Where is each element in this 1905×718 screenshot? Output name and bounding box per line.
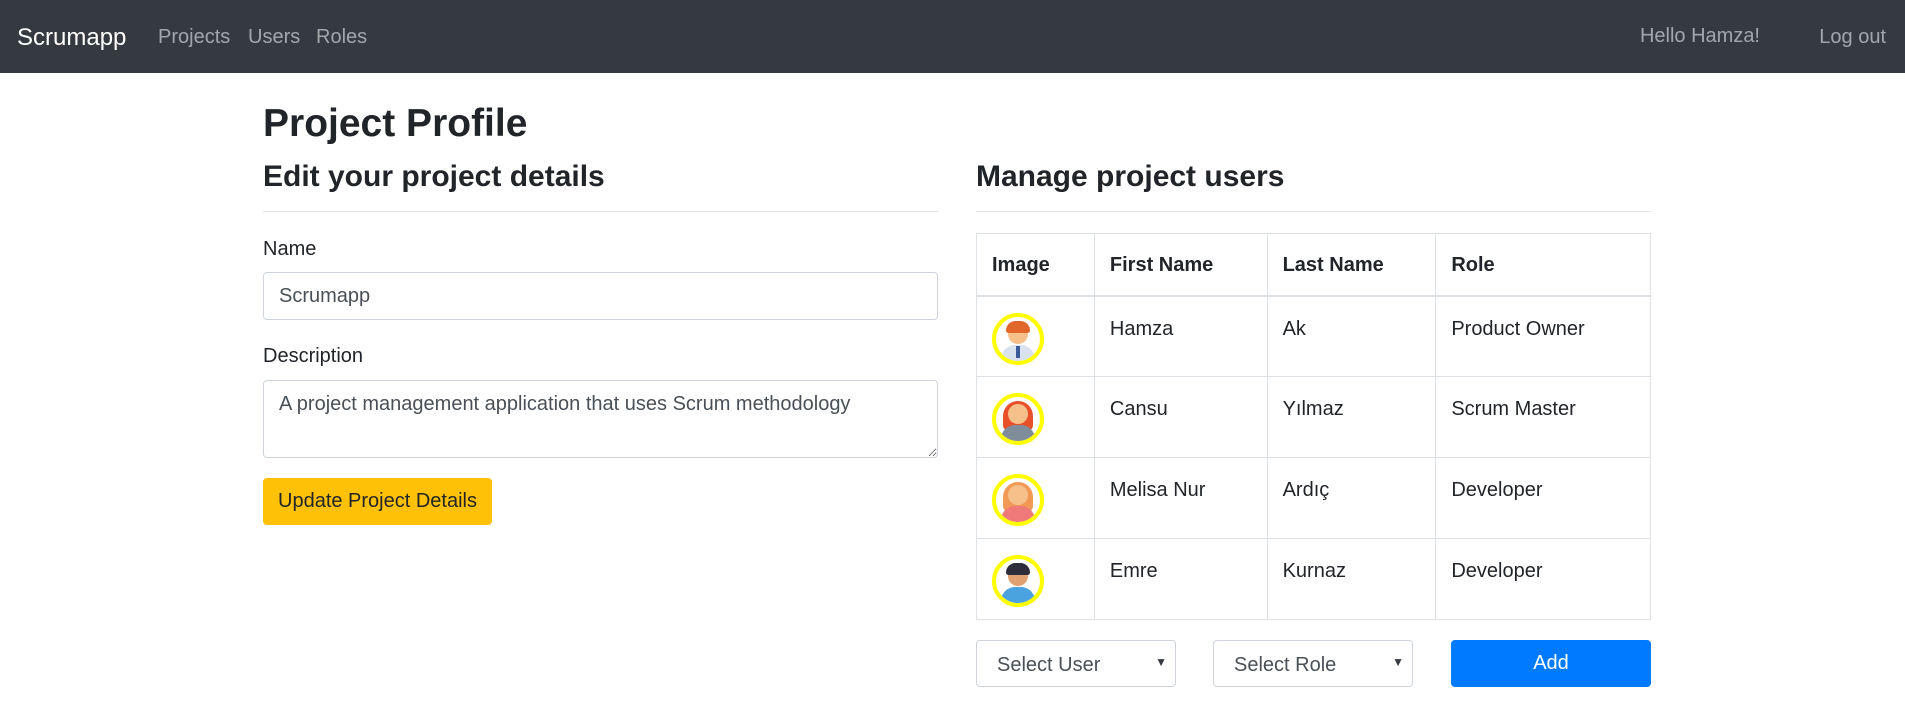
role-cell: Developer bbox=[1435, 538, 1651, 620]
first-name-cell: Hamza bbox=[1093, 295, 1268, 377]
column-header-image: Image bbox=[976, 233, 1095, 297]
navbar: Scrumapp Projects Users Roles Hello Hamz… bbox=[0, 0, 1905, 73]
woman-red-hair-avatar-icon bbox=[992, 393, 1044, 445]
nav-link-users[interactable]: Users bbox=[248, 26, 300, 49]
first-name-cell: Melisa Nur bbox=[1093, 457, 1268, 539]
project-name-input[interactable] bbox=[263, 272, 938, 320]
avatar-cell bbox=[976, 457, 1095, 539]
man-with-tie-avatar-icon bbox=[992, 312, 1044, 365]
select-role-value: Select Role bbox=[1234, 654, 1337, 676]
select-user-dropdown[interactable]: Select User ▼ bbox=[976, 640, 1176, 687]
nav-link-roles[interactable]: Roles bbox=[316, 26, 367, 49]
role-cell: Scrum Master bbox=[1435, 376, 1651, 458]
table-header-row: Image First Name Last Name Role bbox=[976, 233, 1651, 297]
avatar-cell bbox=[976, 376, 1095, 458]
avatar-cell bbox=[976, 538, 1095, 620]
girl-avatar-icon bbox=[992, 474, 1044, 526]
users-divider bbox=[976, 211, 1651, 212]
column-header-last-name: Last Name bbox=[1266, 233, 1437, 297]
column-header-first-name: First Name bbox=[1093, 233, 1268, 297]
first-name-cell: Cansu bbox=[1093, 376, 1268, 458]
avatar-cell bbox=[976, 295, 1095, 377]
details-divider bbox=[263, 211, 938, 212]
project-details-title: Edit your project details bbox=[263, 160, 605, 193]
table-row: Emre Kurnaz Developer bbox=[976, 538, 1651, 620]
name-label: Name bbox=[263, 238, 317, 260]
table-row: Melisa Nur Ardıç Developer bbox=[976, 457, 1651, 539]
page-title: Project Profile bbox=[263, 102, 528, 145]
role-cell: Developer bbox=[1435, 457, 1651, 539]
manage-users-title: Manage project users bbox=[976, 160, 1285, 193]
last-name-cell: Ak bbox=[1266, 295, 1437, 377]
column-header-role: Role bbox=[1435, 233, 1651, 297]
man-dark-hair-avatar-icon bbox=[992, 555, 1044, 607]
project-users-table: Image First Name Last Name Role Hamza Ak… bbox=[976, 233, 1651, 620]
last-name-cell: Kurnaz bbox=[1266, 538, 1437, 620]
nav-link-projects[interactable]: Projects bbox=[158, 26, 230, 49]
table-row: Hamza Ak Product Owner bbox=[976, 295, 1651, 377]
update-project-details-button[interactable]: Update Project Details bbox=[263, 478, 492, 525]
project-description-textarea[interactable]: A project management application that us… bbox=[263, 380, 938, 458]
user-greeting-link[interactable]: Hello Hamza! bbox=[1640, 25, 1760, 48]
first-name-cell: Emre bbox=[1093, 538, 1268, 620]
last-name-cell: Yılmaz bbox=[1266, 376, 1437, 458]
chevron-down-icon: ▼ bbox=[1155, 655, 1167, 669]
brand-link[interactable]: Scrumapp bbox=[17, 24, 126, 52]
add-user-button[interactable]: Add bbox=[1451, 640, 1651, 687]
description-label: Description bbox=[263, 345, 364, 367]
chevron-down-icon: ▼ bbox=[1392, 655, 1404, 669]
select-user-value: Select User bbox=[997, 654, 1101, 676]
select-role-dropdown[interactable]: Select Role ▼ bbox=[1213, 640, 1413, 687]
table-row: Cansu Yılmaz Scrum Master bbox=[976, 376, 1651, 458]
logout-link[interactable]: Log out bbox=[1819, 26, 1886, 49]
last-name-cell: Ardıç bbox=[1266, 457, 1437, 539]
role-cell: Product Owner bbox=[1435, 295, 1651, 377]
